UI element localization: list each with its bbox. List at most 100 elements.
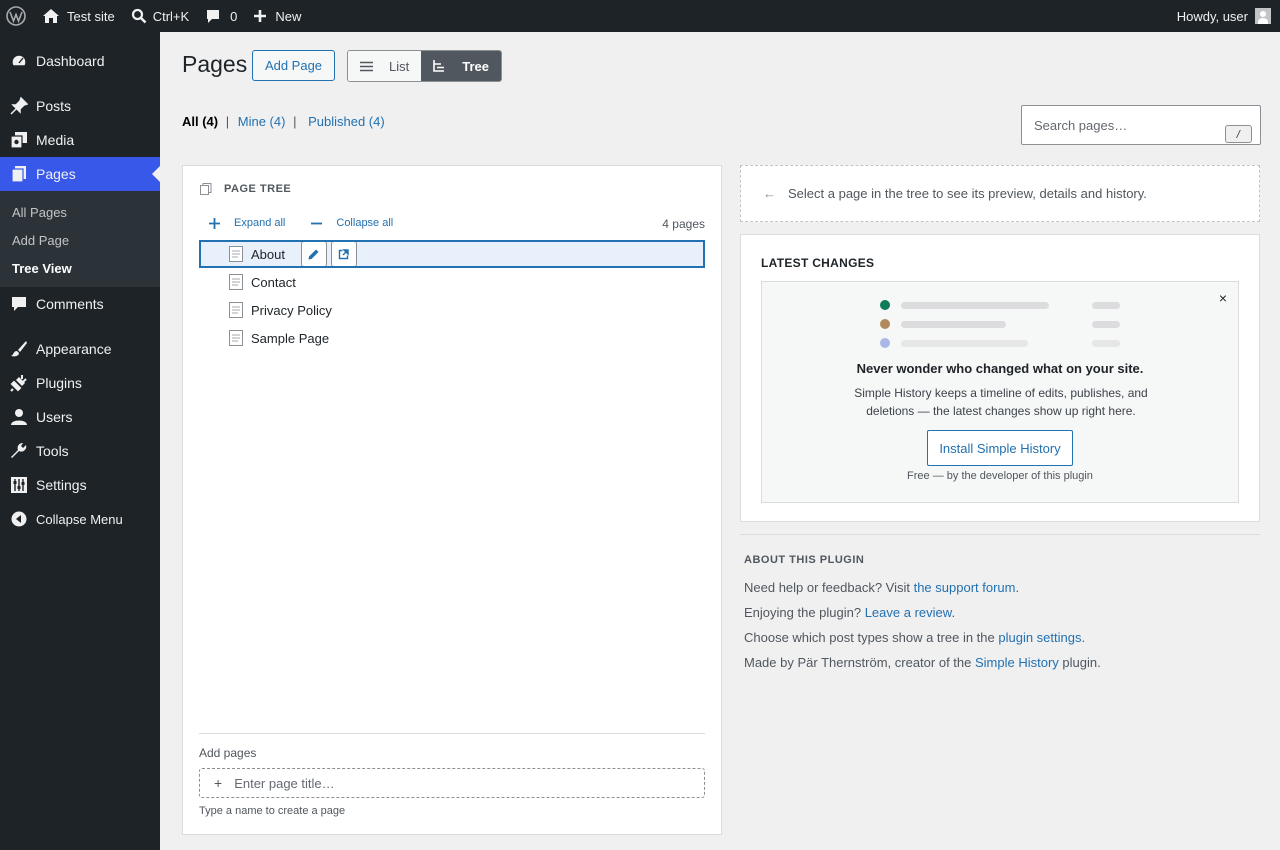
page-icon: [229, 302, 251, 318]
search-input[interactable]: Search pages… /: [1021, 105, 1261, 145]
main-content: Pages Add Page List Tree All (4) | Mine …: [160, 32, 1280, 850]
view-list-button[interactable]: List: [348, 51, 422, 81]
brush-icon: [10, 340, 28, 358]
install-simple-history-button[interactable]: Install Simple History: [927, 430, 1073, 466]
add-pages-section: Add pages + Enter page title… Type a nam…: [199, 733, 705, 817]
support-forum-link[interactable]: the support forum: [914, 580, 1016, 595]
page-tree-panel: PAGE TREE Expand all Collapse all 4 page…: [182, 165, 722, 835]
sidebar-item-comments[interactable]: Comments: [0, 287, 160, 321]
view-tree-button[interactable]: Tree: [421, 51, 501, 81]
timeline-skeleton-row: [880, 319, 1120, 329]
sidebar-item-dashboard[interactable]: Dashboard: [0, 44, 160, 78]
comments-count: 0: [230, 8, 238, 24]
page-tree-title: PAGE TREE: [224, 183, 292, 195]
add-page-button[interactable]: Add Page: [252, 50, 335, 81]
filter-mine[interactable]: Mine (4): [238, 114, 286, 129]
pages-icon: [10, 165, 28, 183]
preview-hint: Select a page in the tree to see its pre…: [788, 186, 1147, 201]
sidebar-item-label: Settings: [36, 477, 87, 493]
collapse-icon: [10, 510, 28, 528]
page-title: Pages: [182, 51, 248, 77]
sidebar-item-plugins[interactable]: Plugins: [0, 366, 160, 400]
collapse-all-button[interactable]: Collapse all: [311, 217, 393, 229]
page-count: 4 pages: [662, 217, 705, 231]
tree-row-title: Contact: [251, 274, 296, 290]
comments-link[interactable]: 0: [197, 0, 245, 32]
wordpress-logo-icon[interactable]: [0, 0, 34, 32]
collapse-menu-button[interactable]: Collapse Menu: [0, 502, 160, 536]
filter-separator: |: [293, 114, 297, 129]
sidebar-item-pages[interactable]: Pages: [0, 157, 160, 191]
sidebar-item-label: Appearance: [36, 341, 112, 357]
tree-list: About Contact Privacy Policy Sample Page: [199, 240, 705, 352]
collapse-all-label: Collapse all: [336, 217, 394, 229]
about-text: .: [951, 605, 956, 620]
latest-changes-heading: LATEST CHANGES: [761, 256, 875, 270]
sidebar-item-settings[interactable]: Settings: [0, 468, 160, 502]
sidebar-item-media[interactable]: Media: [0, 123, 160, 157]
new-label: New: [275, 8, 302, 24]
tree-row[interactable]: Sample Page: [199, 324, 705, 352]
simple-history-link[interactable]: Simple History: [975, 655, 1059, 670]
submenu-tree-view[interactable]: Tree View: [0, 254, 160, 282]
view-tree-label: Tree: [462, 58, 489, 74]
about-text: plugin.: [1058, 655, 1101, 670]
tree-row[interactable]: Privacy Policy: [199, 296, 705, 324]
plus-icon: [253, 9, 267, 23]
plus-icon: [209, 217, 227, 229]
submenu-add-page[interactable]: Add Page: [0, 226, 160, 254]
sidebar-item-posts[interactable]: Posts: [0, 89, 160, 123]
my-account-link[interactable]: Howdy, user: [1177, 0, 1280, 32]
new-content-link[interactable]: New: [245, 0, 309, 32]
admin-sidebar: Dashboard Posts Media Pages All Pages Ad…: [0, 32, 160, 850]
search-shortcut-key: /: [1225, 125, 1252, 143]
expand-all-button[interactable]: Expand all: [209, 217, 285, 229]
comment-icon: [205, 8, 221, 24]
page-icon: [229, 246, 251, 262]
status-dot: [880, 300, 890, 310]
plugin-settings-link[interactable]: plugin settings: [998, 630, 1081, 645]
site-name-link[interactable]: Test site: [34, 0, 123, 32]
pages-submenu: All Pages Add Page Tree View: [0, 191, 160, 287]
submenu-all-pages[interactable]: All Pages: [0, 198, 160, 226]
sidebar-item-label: Tools: [36, 443, 69, 459]
wrench-icon: [10, 442, 28, 460]
timeline-skeleton-row: [880, 300, 1120, 310]
tree-row[interactable]: Contact: [199, 268, 705, 296]
sidebar-item-tools[interactable]: Tools: [0, 434, 160, 468]
close-icon[interactable]: ×: [1219, 290, 1227, 306]
sidebar-item-label: Comments: [36, 296, 104, 312]
filter-published[interactable]: Published (4): [308, 114, 385, 129]
search-placeholder: Search pages…: [1034, 117, 1128, 133]
edit-page-button[interactable]: [300, 241, 327, 267]
comment-icon: [10, 295, 28, 313]
new-page-title-input[interactable]: + Enter page title…: [199, 768, 705, 798]
pencil-icon: [308, 249, 319, 260]
skeleton-bar: [901, 320, 1006, 328]
search-shortcut-label: Ctrl+K: [152, 8, 190, 24]
skeleton-bar: [901, 301, 1049, 309]
view-page-button[interactable]: [330, 241, 357, 267]
sidebar-item-users[interactable]: Users: [0, 400, 160, 434]
promo-description: Simple History keeps a timeline of edits…: [854, 386, 1148, 418]
media-icon: [10, 131, 28, 149]
about-text: Enjoying the plugin?: [744, 605, 865, 620]
sidebar-item-appearance[interactable]: Appearance: [0, 332, 160, 366]
filter-all[interactable]: All (4): [182, 114, 218, 129]
tree-row-title: Sample Page: [251, 330, 330, 346]
tree-row[interactable]: About: [199, 240, 705, 268]
about-plugin-section: ABOUT THIS PLUGIN Need help or feedback?…: [744, 554, 1254, 679]
sidebar-item-label: Dashboard: [36, 53, 105, 69]
greeting-label: Howdy, user: [1176, 8, 1248, 24]
sidebar-item-label: Users: [36, 409, 73, 425]
command-search-link[interactable]: Ctrl+K: [123, 0, 197, 32]
external-link-icon: [338, 248, 350, 260]
view-list-label: List: [389, 58, 410, 74]
add-pages-hint: Type a name to create a page: [199, 805, 346, 817]
leave-review-link[interactable]: Leave a review: [865, 605, 952, 620]
latest-changes-panel: LATEST CHANGES × Never wonder who change…: [740, 234, 1260, 522]
view-switcher: List Tree: [347, 50, 502, 82]
sidebar-item-label: Media: [36, 132, 75, 148]
timeline-skeleton-row: [880, 338, 1120, 348]
home-icon: [42, 8, 60, 24]
